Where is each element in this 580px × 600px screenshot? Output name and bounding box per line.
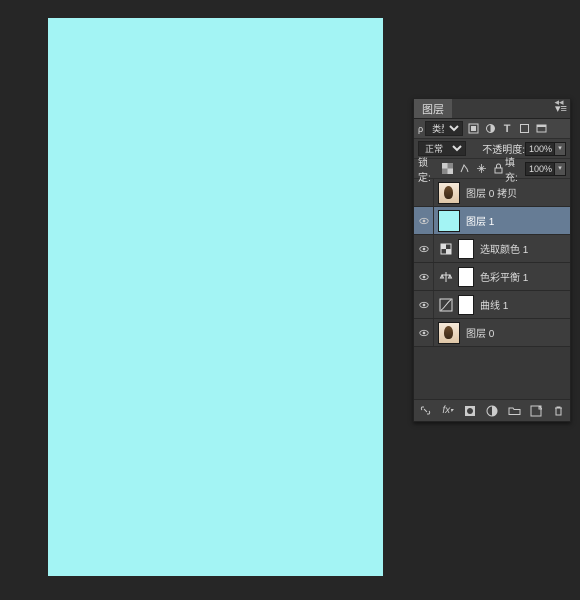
layer-thumb[interactable] [438,322,460,344]
fill-flyout-icon[interactable]: ▾ [555,162,566,176]
adjustment-thumb-icon [438,295,454,315]
layer-row[interactable]: 图层 0 拷贝 [414,179,570,207]
panel-footer: fx▾ [414,399,570,421]
layer-row[interactable]: 曲线 1 [414,291,570,319]
opacity-flyout-icon[interactable]: ▾ [555,142,566,156]
filter-shape-icon[interactable] [517,122,531,136]
fill-input[interactable]: 100% [525,162,555,176]
panel-tabbar: 图层 ▾≡ [414,99,570,119]
adjustment-thumb-icon [438,239,454,259]
fx-icon[interactable]: fx▾ [440,403,455,419]
layers-empty-area[interactable] [414,347,570,399]
search-icon: ρ [418,124,423,134]
visibility-toggle[interactable] [414,179,434,206]
lock-pixels-icon[interactable] [458,162,471,175]
layer-name[interactable]: 色彩平衡 1 [480,269,528,284]
canvas-area [48,18,383,576]
layer-row[interactable]: 图层 1 [414,207,570,235]
filter-pixel-icon[interactable] [466,122,480,136]
layers-panel: ◂◂ 图层 ▾≡ ρ 类型 T 正常 不透明度: [413,98,571,422]
layer-name[interactable]: 图层 1 [466,213,494,228]
layer-thumb[interactable] [438,210,460,232]
layer-mask-thumb[interactable] [458,267,474,287]
group-icon[interactable] [507,403,522,419]
opacity-input[interactable]: 100% [525,142,555,156]
filter-row: ρ 类型 T [414,119,570,139]
visibility-toggle[interactable] [414,263,434,290]
layer-row[interactable]: 图层 0 [414,319,570,347]
layer-mask-thumb[interactable] [458,295,474,315]
layer-thumb[interactable] [438,182,460,204]
lock-trans-icon[interactable] [441,162,454,175]
layer-name[interactable]: 图层 0 [466,325,494,340]
lock-position-icon[interactable] [475,162,488,175]
visibility-toggle[interactable] [414,319,434,346]
adjustment-thumb-icon [438,267,454,287]
filter-smart-icon[interactable] [534,122,548,136]
layer-name[interactable]: 选取颜色 1 [480,241,528,256]
filter-adjust-icon[interactable] [483,122,497,136]
layer-row[interactable]: 色彩平衡 1 [414,263,570,291]
new-layer-icon[interactable] [529,403,544,419]
visibility-toggle[interactable] [414,291,434,318]
workspace: ◂◂ 图层 ▾≡ ρ 类型 T 正常 不透明度: [0,0,580,600]
mask-icon[interactable] [462,403,477,419]
fill-label: 填充: [505,154,525,184]
filter-type-icon[interactable]: T [500,122,514,136]
visibility-toggle[interactable] [414,207,434,234]
lock-all-icon[interactable] [492,162,505,175]
lock-row: 锁定: 填充: 100% ▾ [414,159,570,179]
collapse-icon[interactable]: ◂◂ [550,97,568,109]
canvas[interactable] [48,18,383,576]
layers-list: 图层 0 拷贝图层 1 选取颜色 1 色彩平衡 1 曲线 1 图层 0 [414,179,570,347]
layer-name[interactable]: 曲线 1 [480,297,508,312]
filter-kind-select[interactable]: 类型 [425,121,463,136]
link-layers-icon[interactable] [418,403,433,419]
layer-row[interactable]: 选取颜色 1 [414,235,570,263]
visibility-toggle[interactable] [414,235,434,262]
layer-name[interactable]: 图层 0 拷贝 [466,185,517,200]
layer-mask-thumb[interactable] [458,239,474,259]
tab-layers[interactable]: 图层 [414,99,452,118]
trash-icon[interactable] [551,403,566,419]
adjustment-icon[interactable] [484,403,499,419]
